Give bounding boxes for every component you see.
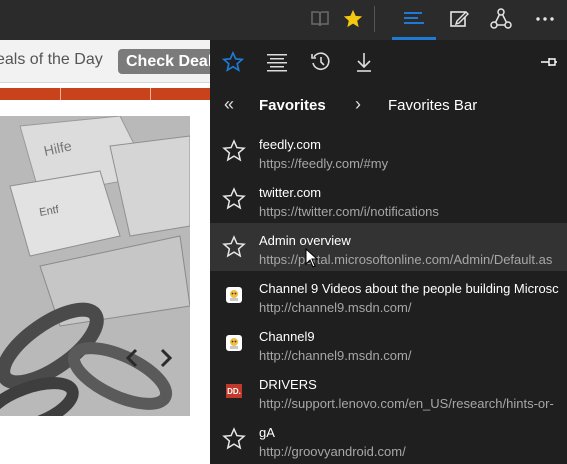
hub-icon[interactable] (398, 4, 430, 34)
breadcrumb-separator: › (355, 94, 361, 114)
favorites-list: feedly.com https://feedly.com/#my twitte… (210, 127, 567, 463)
channel9-favicon-icon (222, 283, 246, 307)
keyboard-chain-image: Hilfe Entf (0, 116, 190, 416)
favorite-item[interactable]: Channel 9 Videos about the people buildi… (210, 271, 567, 319)
history-tab-icon[interactable] (308, 49, 334, 75)
favorite-title: gA (259, 425, 275, 440)
reading-view-icon[interactable] (305, 4, 335, 34)
favorite-url: https://feedly.com/#my (259, 156, 389, 171)
mouse-cursor-icon (305, 248, 319, 268)
star-outline-icon (222, 427, 246, 451)
breadcrumb: « Favorites › Favorites Bar (210, 92, 567, 120)
favorite-url: http://channel9.msdn.com/ (259, 348, 412, 363)
favorite-title: feedly.com (259, 137, 321, 152)
star-outline-icon (222, 235, 246, 259)
more-icon[interactable] (530, 4, 560, 34)
check-deal-button[interactable]: Check Deal (118, 49, 210, 74)
downloads-tab-icon[interactable] (351, 49, 377, 75)
site-nav-bar (0, 88, 210, 100)
browser-toolbar (0, 0, 567, 41)
favorite-title: Channel9 (259, 329, 315, 344)
favorite-item[interactable]: twitter.com https://twitter.com/i/notifi… (210, 175, 567, 223)
favorite-title: Channel 9 Videos about the people buildi… (259, 281, 559, 296)
favorite-url: https://portal.microsoftonline.com/Admin… (259, 252, 553, 267)
favorite-item[interactable]: Channel9 http://channel9.msdn.com/ (210, 319, 567, 367)
lenovo-favicon-icon: DD. (222, 379, 246, 403)
favorite-url: http://channel9.msdn.com/ (259, 300, 412, 315)
favorite-title: DRIVERS (259, 377, 317, 392)
breadcrumb-favorites[interactable]: Favorites (259, 97, 326, 114)
pin-pane-icon[interactable] (536, 49, 562, 75)
favorite-item[interactable]: feedly.com https://feedly.com/#my (210, 127, 567, 175)
favorites-hub-panel: « Favorites › Favorites Bar feedly.com h… (210, 40, 567, 464)
deals-strip: eals of the Day Check Deal (0, 40, 210, 83)
web-page-content: eals of the Day Check Deal Hilfe Entf (0, 40, 210, 464)
carousel-arrows-icon[interactable] (122, 346, 178, 370)
hub-tabs (210, 40, 567, 84)
favorite-url: http://support.lenovo.com/en_US/research… (259, 396, 554, 411)
favorite-title: twitter.com (259, 185, 322, 200)
share-icon[interactable] (486, 4, 516, 34)
favorite-url: http://groovyandroid.com/ (259, 444, 406, 459)
favorite-item[interactable]: Admin overview https://portal.microsofto… (210, 223, 567, 271)
deals-of-the-day-text: eals of the Day (0, 51, 103, 68)
nav-divider (150, 88, 151, 100)
breadcrumb-back-button[interactable]: « (224, 94, 234, 115)
breadcrumb-favorites-bar[interactable]: Favorites Bar (388, 97, 477, 114)
reading-list-tab-icon[interactable] (264, 49, 290, 75)
favorite-title: Admin overview (259, 233, 351, 248)
star-outline-icon (222, 139, 246, 163)
nav-divider (60, 88, 61, 100)
favorites-star-icon[interactable] (338, 4, 368, 34)
favorites-tab-icon[interactable] (220, 49, 246, 75)
favorite-item[interactable]: gA http://groovyandroid.com/ (210, 415, 567, 463)
channel9-favicon-icon (222, 331, 246, 355)
favorite-url: https://twitter.com/i/notifications (259, 204, 439, 219)
favorite-item[interactable]: DD. DRIVERS http://support.lenovo.com/en… (210, 367, 567, 415)
toolbar-separator (374, 6, 375, 32)
star-outline-icon (222, 187, 246, 211)
web-note-icon[interactable] (444, 4, 474, 34)
